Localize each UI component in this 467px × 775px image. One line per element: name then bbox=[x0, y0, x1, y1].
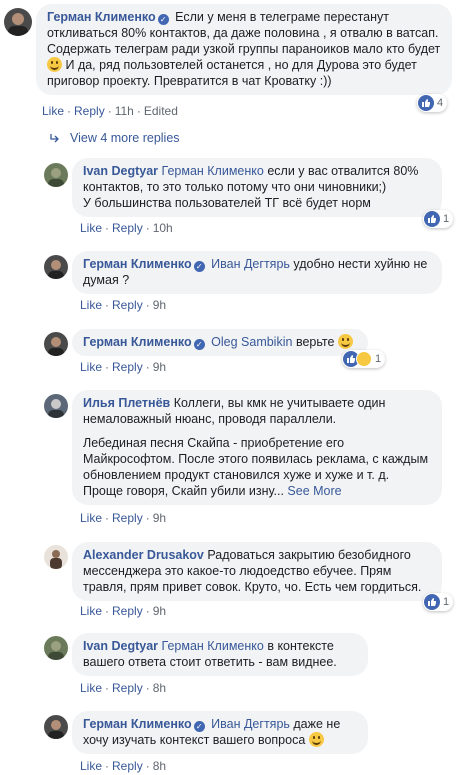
comment-actions: Like · Reply · 9h bbox=[80, 604, 167, 618]
comment-mention[interactable]: Герман Клименко bbox=[162, 164, 264, 178]
verified-icon: ✓ bbox=[193, 261, 205, 272]
view-more-replies[interactable]: View 4 more replies bbox=[50, 131, 180, 145]
verified-icon: ✓ bbox=[157, 14, 169, 25]
avatar[interactable] bbox=[44, 545, 68, 569]
like-link[interactable]: Like bbox=[80, 681, 102, 695]
comment-actions: Like · Reply · 9h bbox=[80, 511, 167, 525]
comment-time[interactable]: 11h bbox=[115, 104, 134, 118]
reply-link[interactable]: Reply bbox=[112, 221, 143, 235]
smile-emoji-icon bbox=[47, 57, 62, 72]
reactions-count: 1 bbox=[443, 213, 450, 225]
reactions-count: 4 bbox=[437, 97, 444, 109]
haha-reaction-icon bbox=[356, 351, 372, 367]
comment-time[interactable]: 9h bbox=[153, 298, 166, 312]
avatar[interactable] bbox=[44, 332, 68, 356]
comment-text-continued: У большинства пользователей ТГ всё будет… bbox=[83, 196, 371, 210]
reply-link[interactable]: Reply bbox=[112, 511, 143, 525]
comment-mention[interactable]: Oleg Sambikin bbox=[211, 335, 292, 349]
like-reaction-icon bbox=[424, 211, 440, 227]
comment-bubble: Герман Клименко ✓ Если у меня в телеграме… bbox=[36, 4, 452, 95]
comment-author[interactable]: Alexander Drusakov bbox=[83, 548, 204, 562]
comment-bubble: Герман Клименко ✓ Иван Дегтярь даже не хо… bbox=[72, 711, 368, 754]
comment-text-continued: Лебединая песня Скайпа - приобретение ег… bbox=[83, 436, 429, 498]
comment-author[interactable]: Герман Клименко bbox=[83, 335, 192, 349]
comment-actions: Like · Reply · 11h · Edited bbox=[42, 104, 178, 118]
like-link[interactable]: Like bbox=[80, 759, 102, 773]
avatar[interactable] bbox=[44, 394, 68, 418]
smile-emoji-icon bbox=[337, 334, 353, 349]
comment-author[interactable]: Ivan Degtyar bbox=[83, 639, 158, 653]
see-more-link[interactable]: See More bbox=[287, 484, 341, 498]
reply-link[interactable]: Reply bbox=[112, 681, 143, 695]
like-link[interactable]: Like bbox=[42, 104, 64, 118]
comment-time[interactable]: 8h bbox=[153, 681, 166, 695]
comment-bubble: Ivan Degtyar Герман Клименко если у вас … bbox=[72, 158, 442, 217]
comment-author[interactable]: Герман Клименко bbox=[83, 257, 192, 271]
comment-actions: Like · Reply · 9h bbox=[80, 298, 167, 312]
comment-text: верьте bbox=[295, 335, 335, 349]
comment-author[interactable]: Илья Плетнёв bbox=[83, 396, 170, 410]
like-link[interactable]: Like bbox=[80, 604, 102, 618]
edited-label[interactable]: Edited bbox=[144, 104, 178, 118]
reply-link[interactable]: Reply bbox=[112, 604, 143, 618]
comment-mention[interactable]: Герман Клименко bbox=[162, 639, 264, 653]
comment-bubble: Герман Клименко ✓ Иван Дегтярь удобно нес… bbox=[72, 251, 442, 294]
reply-link[interactable]: Reply bbox=[74, 104, 105, 118]
comment-actions: Like · Reply · 8h bbox=[80, 681, 167, 695]
verified-icon: ✓ bbox=[193, 339, 205, 350]
comment-actions: Like · Reply · 8h bbox=[80, 759, 167, 773]
comment-time[interactable]: 9h bbox=[153, 511, 166, 525]
comment-bubble: Ivan Degtyar Герман Клименко в контексте… bbox=[72, 633, 368, 676]
avatar[interactable] bbox=[44, 163, 68, 187]
reactions-badge[interactable]: 1 bbox=[423, 210, 454, 228]
like-link[interactable]: Like bbox=[80, 511, 102, 525]
reactions-badge[interactable]: 4 bbox=[417, 94, 448, 112]
like-reaction-icon bbox=[418, 95, 434, 111]
comment-author[interactable]: Герман Клименко bbox=[47, 10, 156, 24]
avatar[interactable] bbox=[44, 715, 68, 739]
comment-author[interactable]: Герман Клименко bbox=[83, 717, 192, 731]
avatar[interactable] bbox=[44, 636, 68, 660]
verified-icon: ✓ bbox=[193, 721, 205, 732]
comment-text-continued: И да, ряд пользовтелей останется , но дл… bbox=[47, 58, 417, 88]
reply-link[interactable]: Reply bbox=[112, 759, 143, 773]
like-reaction-icon bbox=[424, 594, 440, 610]
comment-time[interactable]: 9h bbox=[153, 360, 166, 374]
comment-author[interactable]: Ivan Degtyar bbox=[83, 164, 158, 178]
comment-time[interactable]: 9h bbox=[153, 604, 166, 618]
comment-mention[interactable]: Иван Дегтярь bbox=[211, 257, 290, 271]
reactions-badge[interactable]: 1 bbox=[342, 350, 386, 368]
like-link[interactable]: Like bbox=[80, 360, 102, 374]
comment-bubble: Герман Клименко ✓ Oleg Sambikin верьте bbox=[72, 329, 368, 356]
comment-mention[interactable]: Иван Дегтярь bbox=[211, 717, 290, 731]
reactions-count: 1 bbox=[443, 596, 450, 608]
comment-actions: Like · Reply · 10h bbox=[80, 221, 173, 235]
smile-emoji-icon bbox=[308, 732, 324, 747]
avatar[interactable] bbox=[44, 255, 68, 279]
comment-bubble: Alexander Drusakov Радоваться закрытию б… bbox=[72, 542, 442, 601]
reply-link[interactable]: Reply bbox=[112, 298, 143, 312]
like-link[interactable]: Like bbox=[80, 221, 102, 235]
reactions-count: 1 bbox=[375, 353, 382, 365]
like-link[interactable]: Like bbox=[80, 298, 102, 312]
reactions-badge[interactable]: 1 bbox=[423, 593, 454, 611]
comment-actions: Like · Reply · 9h bbox=[80, 360, 167, 374]
avatar[interactable] bbox=[4, 8, 32, 36]
comment-bubble: Илья Плетнёв Коллеги, вы кмк не учитывае… bbox=[72, 390, 442, 505]
view-more-label: View 4 more replies bbox=[70, 131, 180, 145]
reply-arrow-icon bbox=[50, 134, 59, 143]
comment-time[interactable]: 8h bbox=[153, 759, 166, 773]
comment-time[interactable]: 10h bbox=[153, 221, 173, 235]
reply-link[interactable]: Reply bbox=[112, 360, 143, 374]
